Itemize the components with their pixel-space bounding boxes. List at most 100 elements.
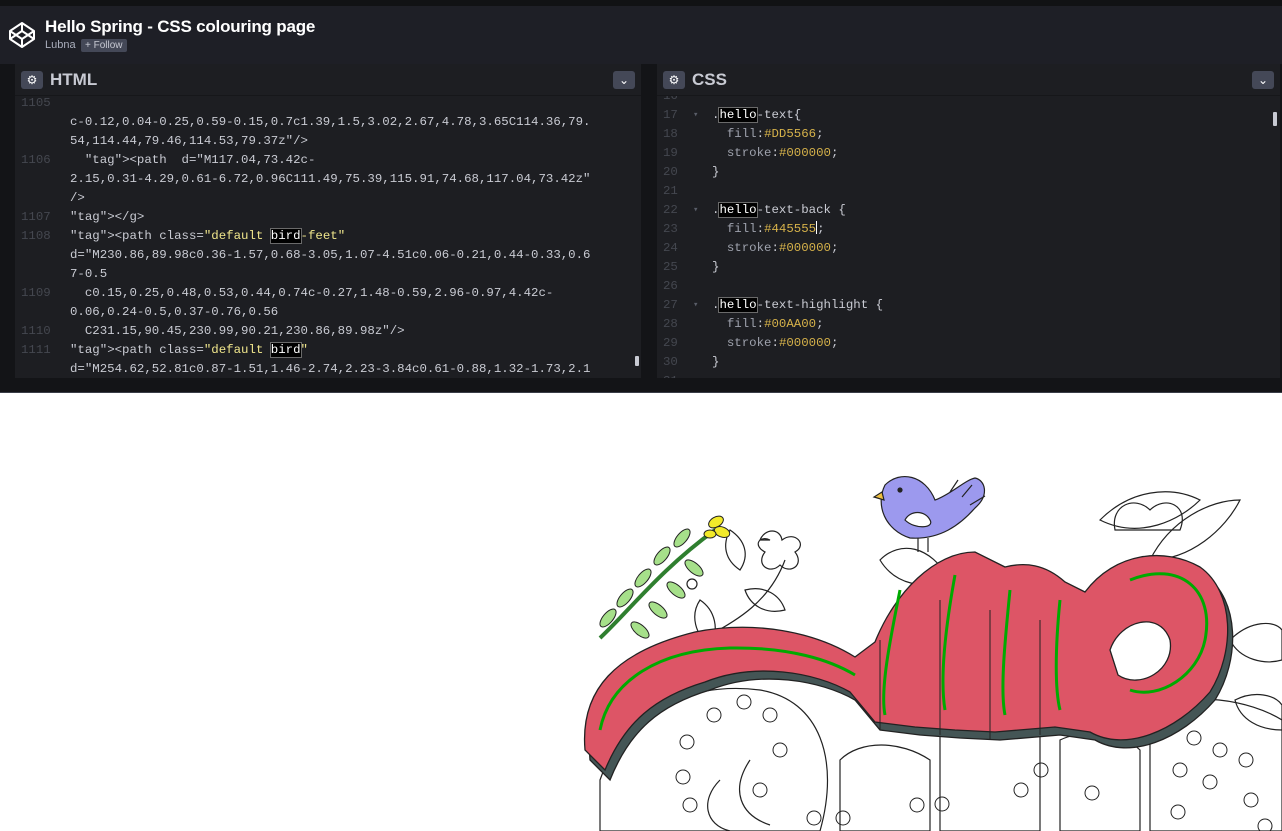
line-number: 25 bbox=[663, 260, 678, 274]
css-editor-title: CSS bbox=[692, 70, 727, 89]
code-line[interactable]: 7-0.5 bbox=[15, 265, 641, 284]
gear-icon[interactable]: ⚙ bbox=[663, 71, 685, 89]
code-line[interactable]: 1110 C231.15,90.45,230.99,90.21,230.86,8… bbox=[15, 322, 641, 341]
code-line[interactable]: 1107 "tag"></g> bbox=[15, 208, 641, 227]
html-editor-header: ⚙ HTML ⌄ bbox=[15, 64, 641, 96]
code-line[interactable]: 16 bbox=[657, 96, 1280, 106]
line-number: 29 bbox=[663, 336, 678, 350]
code-line[interactable]: 29 stroke:#000000; bbox=[657, 334, 1280, 353]
swirl-outline bbox=[707, 779, 731, 831]
line-number: 26 bbox=[663, 279, 678, 293]
author-name[interactable]: Lubna bbox=[45, 39, 76, 51]
code-line[interactable]: d="M230.86,89.98c0.36-1.57,0.68-3.05,1.0… bbox=[15, 246, 641, 265]
code-line[interactable]: 1106 "tag"><path d="M117.04,73.42c- bbox=[15, 151, 641, 170]
chevron-down-icon[interactable]: ⌄ bbox=[613, 71, 635, 89]
chevron-down-icon[interactable]: ⌄ bbox=[1252, 71, 1274, 89]
line-number: 18 bbox=[663, 127, 678, 141]
code-line[interactable]: 27 ▾ .hello-text-highlight { bbox=[657, 296, 1280, 315]
code-line[interactable]: 19 stroke:#000000; bbox=[657, 144, 1280, 163]
follow-button[interactable]: + Follow bbox=[81, 39, 127, 52]
code-line[interactable]: 1109 c0.15,0.25,0.48,0.53,0.44,0.74c-0.2… bbox=[15, 284, 641, 303]
fold-arrow-icon[interactable]: ▾ bbox=[693, 201, 698, 220]
code-line[interactable]: 1105 bbox=[15, 96, 641, 113]
code-text: } bbox=[712, 260, 720, 274]
gear-icon[interactable]: ⚙ bbox=[21, 71, 43, 89]
berry-outline bbox=[686, 578, 698, 590]
css-editor-header: ⚙ CSS ⌄ bbox=[657, 64, 1280, 96]
line-number: 1110 bbox=[21, 324, 51, 338]
editors-area: ⚙ HTML ⌄ 1105 c-0.12,0.04-0.25,0.59-0.15,… bbox=[0, 64, 1282, 393]
swirl-outline bbox=[739, 759, 771, 826]
sprig-stem bbox=[598, 528, 717, 640]
code-text: c-0.12,0.04-0.25,0.59-0.15,0.7c1.39,1.5,… bbox=[70, 115, 591, 129]
line-number: 16 bbox=[663, 96, 678, 103]
fold-arrow-icon[interactable]: ▾ bbox=[693, 106, 698, 125]
pen-title: Hello Spring - CSS colouring page bbox=[45, 17, 316, 36]
line-number: 20 bbox=[663, 165, 678, 179]
code-line[interactable]: 0.06,0.24-0.5,0.37-0.76,0.56 bbox=[15, 303, 641, 322]
code-text: stroke:#000000; bbox=[726, 146, 839, 160]
code-line[interactable]: 28 fill:#00AA00; bbox=[657, 315, 1280, 334]
line-number: 30 bbox=[663, 355, 678, 369]
code-line[interactable]: 23 fill:#445555; bbox=[657, 220, 1280, 239]
code-line[interactable]: 1111 "tag"><path class="default bird" bbox=[15, 341, 641, 360]
html-scrollbar[interactable] bbox=[635, 356, 639, 366]
code-line[interactable]: 30} bbox=[657, 353, 1280, 372]
css-editor-pane: ⚙ CSS ⌄ 16 17 ▾ .hello-text{18 fill:#DD5566… bbox=[657, 64, 1280, 378]
code-text: 7-0.5 bbox=[70, 267, 108, 281]
code-text: c0.15,0.25,0.48,0.53,0.44,0.74c-0.27,1.4… bbox=[70, 286, 554, 300]
code-line[interactable]: 24 stroke:#000000; bbox=[657, 239, 1280, 258]
code-text: "tag"><path class="default bird" bbox=[70, 342, 308, 358]
line-number: 19 bbox=[663, 146, 678, 160]
line-number: 28 bbox=[663, 317, 678, 331]
code-text: fill:#445555; bbox=[726, 221, 825, 236]
code-text: "tag"><path d="M117.04,73.42c- bbox=[84, 153, 316, 167]
code-line[interactable]: 25} bbox=[657, 258, 1280, 277]
line-number: 1106 bbox=[21, 153, 51, 167]
line-number: 1107 bbox=[21, 210, 51, 224]
code-line[interactable]: d="M254.62,52.81c0.87-1.51,1.46-2.74,2.2… bbox=[15, 360, 641, 378]
css-scrollbar[interactable] bbox=[1273, 112, 1277, 126]
html-editor-title: HTML bbox=[50, 70, 98, 89]
codepen-logo-icon[interactable] bbox=[8, 21, 36, 49]
code-line[interactable]: 31 bbox=[657, 372, 1280, 378]
pen-header: Hello Spring - CSS colouring page Lubna … bbox=[0, 6, 1282, 64]
fold-arrow-icon[interactable]: ▾ bbox=[693, 296, 698, 315]
code-text: "tag"><path class="default bird-feet" bbox=[70, 228, 346, 244]
code-line[interactable]: 1108 "tag"><path class="default bird-feet… bbox=[15, 227, 641, 246]
preview-area bbox=[0, 393, 1282, 831]
code-line[interactable]: /> bbox=[15, 189, 641, 208]
leaf-outline bbox=[1229, 622, 1282, 663]
html-editor-pane: ⚙ HTML ⌄ 1105 c-0.12,0.04-0.25,0.59-0.15,… bbox=[15, 64, 641, 378]
code-line[interactable]: 2.15,0.31-4.29,0.61-6.72,0.96C111.49,75.… bbox=[15, 170, 641, 189]
code-line[interactable]: 17 ▾ .hello-text{ bbox=[657, 106, 1280, 125]
code-line[interactable]: 21 bbox=[657, 182, 1280, 201]
code-text: /> bbox=[70, 191, 85, 205]
lower-letter-outline bbox=[839, 744, 931, 831]
code-text: } bbox=[712, 165, 720, 179]
bird bbox=[872, 476, 986, 552]
code-text: d="M230.86,89.98c0.36-1.57,0.68-3.05,1.0… bbox=[70, 248, 591, 262]
code-line[interactable]: 22 ▾ .hello-text-back { bbox=[657, 201, 1280, 220]
css-code-area[interactable]: 16 17 ▾ .hello-text{18 fill:#DD5566; 19 stro… bbox=[657, 96, 1280, 378]
code-line[interactable]: 18 fill:#DD5566; bbox=[657, 125, 1280, 144]
code-text: "tag"></g> bbox=[70, 210, 145, 224]
line-number: 1108 bbox=[21, 229, 51, 243]
code-text: 0.06,0.24-0.5,0.37-0.76,0.56 bbox=[70, 305, 279, 319]
code-text: d="M254.62,52.81c0.87-1.51,1.46-2.74,2.2… bbox=[70, 362, 591, 376]
line-number: 1111 bbox=[21, 343, 51, 357]
code-line[interactable]: 54,114.44,79.46,114.53,79.37z"/> bbox=[15, 132, 641, 151]
line-number: 24 bbox=[663, 241, 678, 255]
line-number: 21 bbox=[663, 184, 678, 198]
code-line[interactable]: 20} bbox=[657, 163, 1280, 182]
html-code-area[interactable]: 1105 c-0.12,0.04-0.25,0.59-0.15,0.7c1.39,… bbox=[15, 96, 641, 378]
line-number: 1109 bbox=[21, 286, 51, 300]
leaf-outline bbox=[1234, 693, 1282, 731]
hello-lettering bbox=[583, 551, 1234, 782]
code-line[interactable]: 26 bbox=[657, 277, 1280, 296]
code-text: 54,114.44,79.46,114.53,79.37z"/> bbox=[70, 134, 308, 148]
code-text: stroke:#000000; bbox=[726, 336, 839, 350]
code-line[interactable]: c-0.12,0.04-0.25,0.59-0.15,0.7c1.39,1.5,… bbox=[15, 113, 641, 132]
code-text: fill:#DD5566; bbox=[726, 127, 824, 141]
code-text: stroke:#000000; bbox=[726, 241, 839, 255]
